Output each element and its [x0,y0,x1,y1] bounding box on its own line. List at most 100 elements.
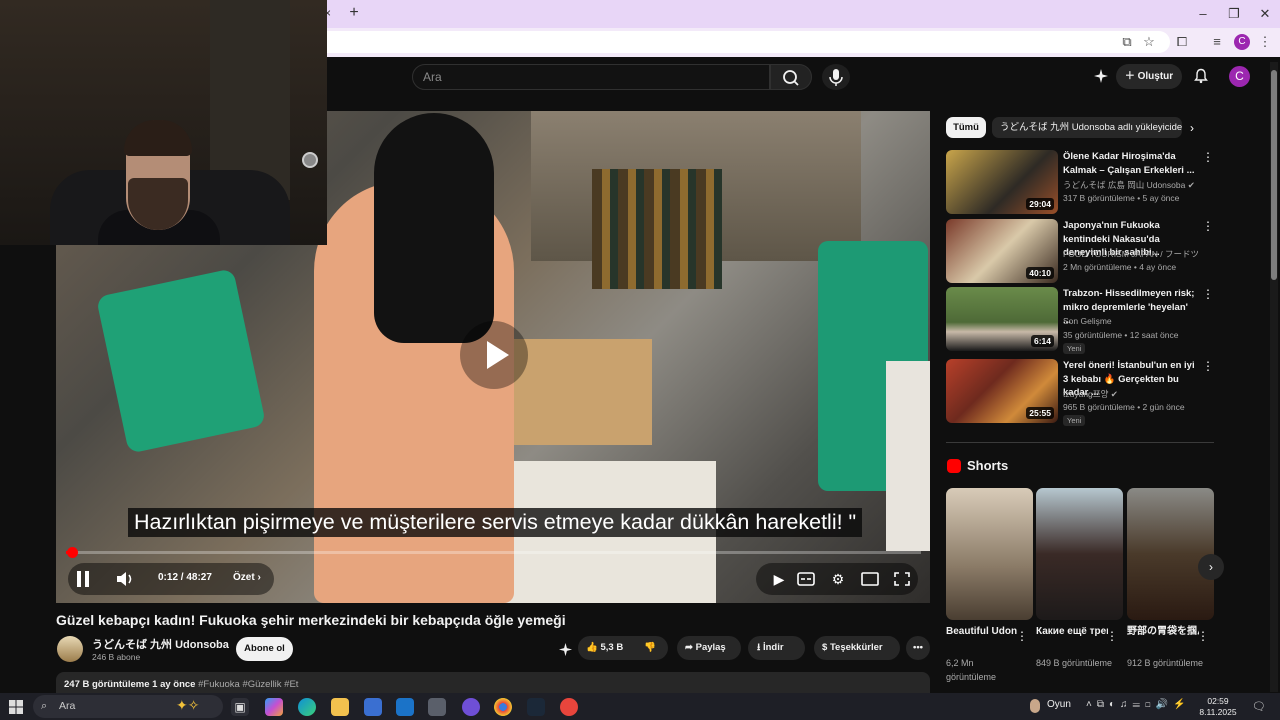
obs-recording-icon[interactable] [560,698,578,716]
install-app-icon[interactable]: ⧉ [1118,33,1136,51]
video-thumbnail[interactable]: 29:04 [946,150,1058,214]
search-button[interactable] [770,64,812,90]
video-frame-bucket [95,268,267,454]
copilot-app-icon[interactable] [265,698,283,716]
shorts-next-button[interactable]: › [1198,554,1224,580]
sparkle-ask-icon[interactable] [558,642,573,657]
sparkle-icon[interactable] [1093,68,1109,84]
pause-button[interactable] [72,569,94,589]
chapter-button[interactable]: Özet › [233,572,261,583]
new-tab-button[interactable]: + [346,5,362,21]
notifications-bell-icon[interactable] [1193,68,1209,84]
theater-mode-icon[interactable] [859,569,881,589]
recommendation-item[interactable]: 6:14 Trabzon- Hissedilmeyen risk; mikro … [946,287,1214,354]
volume-button[interactable] [114,569,136,589]
notification-center-icon[interactable]: 🗨 [1252,700,1266,713]
short-title[interactable]: Beautiful Udon Mast... [946,625,1018,639]
outlook-icon[interactable] [396,698,414,716]
more-vertical-icon[interactable]: ⋮ [1202,287,1214,301]
media-control-icon[interactable]: ≡ [1208,33,1226,51]
settings-gear-icon[interactable]: ⚙ [827,569,849,589]
bookmark-star-icon[interactable]: ☆ [1140,33,1158,51]
short-thumbnail[interactable] [1036,488,1123,620]
more-vertical-icon[interactable]: ⋮ [1202,219,1214,233]
views-age: 247 B görüntüleme 1 ay önce [64,679,196,690]
big-play-button[interactable] [460,321,528,389]
more-vertical-icon[interactable]: ⋮ [1202,150,1214,164]
more-vertical-icon[interactable]: ⋮ [1106,629,1118,643]
shorts-heading: Shorts [967,458,1009,473]
scrollbar-thumb[interactable] [1271,70,1277,280]
short-title[interactable]: Какие ещё треки буду... [1036,625,1108,639]
recommendation-channel[interactable]: FOOD TOURISM JAPAN / フードツーリ... [1063,248,1198,260]
chrome-browser-icon[interactable] [494,698,512,716]
recommendation-channel[interactable]: tzuyang쯔양 ✔ [1063,388,1198,400]
voice-search-button[interactable] [822,64,850,90]
edge-browser-icon[interactable] [298,698,316,716]
dislike-button[interactable]: 👎 [644,636,656,660]
file-explorer-icon[interactable] [331,698,349,716]
download-button[interactable]: ⭳ İndir [748,636,805,660]
close-window-button[interactable]: ✕ [1254,5,1276,23]
recommendation-item[interactable]: 29:04 Ölene Kadar Hiroşima'da Kalmak – Ç… [946,150,1214,214]
copilot-sparkle-icon[interactable]: ✦✧ [176,697,199,714]
taskbar-game-label[interactable]: Oyun [1047,699,1071,710]
short-title[interactable]: 野部の胃袋を掴んで離... [1127,625,1199,639]
video-thumbnail[interactable]: 6:14 [946,287,1058,351]
recommendation-meta: 965 B görüntüleme • 2 gün önce [1063,402,1185,412]
volume-icon [117,572,132,586]
discord-icon[interactable] [462,698,480,716]
game-avatar-icon[interactable] [1030,699,1040,713]
video-frame-bottles [592,169,722,289]
search-input[interactable]: Ara [412,64,770,90]
steam-icon[interactable] [527,698,545,716]
video-thumbnail[interactable]: 40:10 [946,219,1058,283]
thanks-button[interactable]: $ Teşekkürler [814,636,900,660]
taskbar-clock[interactable]: 02:59 8.11.2025 [1190,696,1246,718]
system-tray-icons[interactable]: ˄⧉◐♫☰◻🔊⚡ [1086,699,1191,710]
webcam-door-knob [302,152,318,168]
subtitles-icon[interactable] [795,569,817,589]
chip-all[interactable]: Tümü [946,117,986,138]
extensions-icon[interactable]: ⧠ [1173,33,1191,51]
browser-profile-avatar[interactable]: C [1234,34,1250,50]
short-thumbnail[interactable] [946,488,1033,620]
channel-avatar[interactable] [57,636,83,662]
windows-start-icon[interactable] [9,700,23,714]
recommendation-title[interactable]: Ölene Kadar Hiroşima'da Kalmak – Çalışan… [1063,150,1198,177]
recommendation-channel[interactable]: うどんそば 広島 岡山 Udonsoba ✔ [1063,179,1198,191]
share-button[interactable]: ➦ Paylaş [677,636,741,660]
chevron-right-icon[interactable]: › [1190,119,1206,137]
video-title: Güzel kebapçı kadın! Fukuoka şehir merke… [56,612,566,628]
pause-icon [77,571,89,587]
divider [946,442,1214,443]
recommendation-item[interactable]: 40:10 Japonya'nın Fukuoka kentindeki Nak… [946,219,1214,283]
fullscreen-icon[interactable] [891,569,913,589]
download-label: İndir [762,642,784,653]
subscribe-button[interactable]: Abone ol [236,637,293,661]
recommendation-item[interactable]: 25:55 Yerel öneri! İstanbul'un en iyi 3 … [946,359,1214,426]
task-view-icon[interactable]: ▣ [231,698,249,716]
minimize-button[interactable]: – [1192,5,1214,23]
more-vertical-icon[interactable]: ⋮ [1016,629,1028,643]
autoplay-toggle[interactable]: ▶ [768,569,790,589]
browser-menu-icon[interactable]: ⋮ [1256,33,1274,51]
video-thumbnail[interactable]: 25:55 [946,359,1058,423]
hashtags[interactable]: #Fukuoka #Güzellik #Et [198,679,298,690]
microphone-icon [829,69,843,86]
more-vertical-icon[interactable]: ⋮ [1197,629,1209,643]
more-vertical-icon[interactable]: ⋮ [1202,359,1214,373]
channel-name[interactable]: うどんそば 九州 Udonsoba [92,636,229,652]
microsoft-store-icon[interactable] [364,698,382,716]
progress-scrubber[interactable] [67,547,79,558]
photos-app-icon[interactable] [428,698,446,716]
progress-bar[interactable] [66,547,921,558]
recommendation-channel[interactable]: Son Gelişme [1063,316,1198,326]
more-actions-button[interactable]: ••• [906,636,930,660]
account-avatar[interactable]: C [1229,66,1250,87]
like-button[interactable]: 👍 5,3 B [586,642,623,653]
short-thumbnail[interactable] [1127,488,1214,620]
chip-uploader[interactable]: うどんそば 九州 Udonsoba adlı yükleyiciden [992,117,1182,138]
restore-button[interactable]: ❐ [1223,5,1245,23]
create-button[interactable]: ＋ Oluştur [1116,64,1182,89]
